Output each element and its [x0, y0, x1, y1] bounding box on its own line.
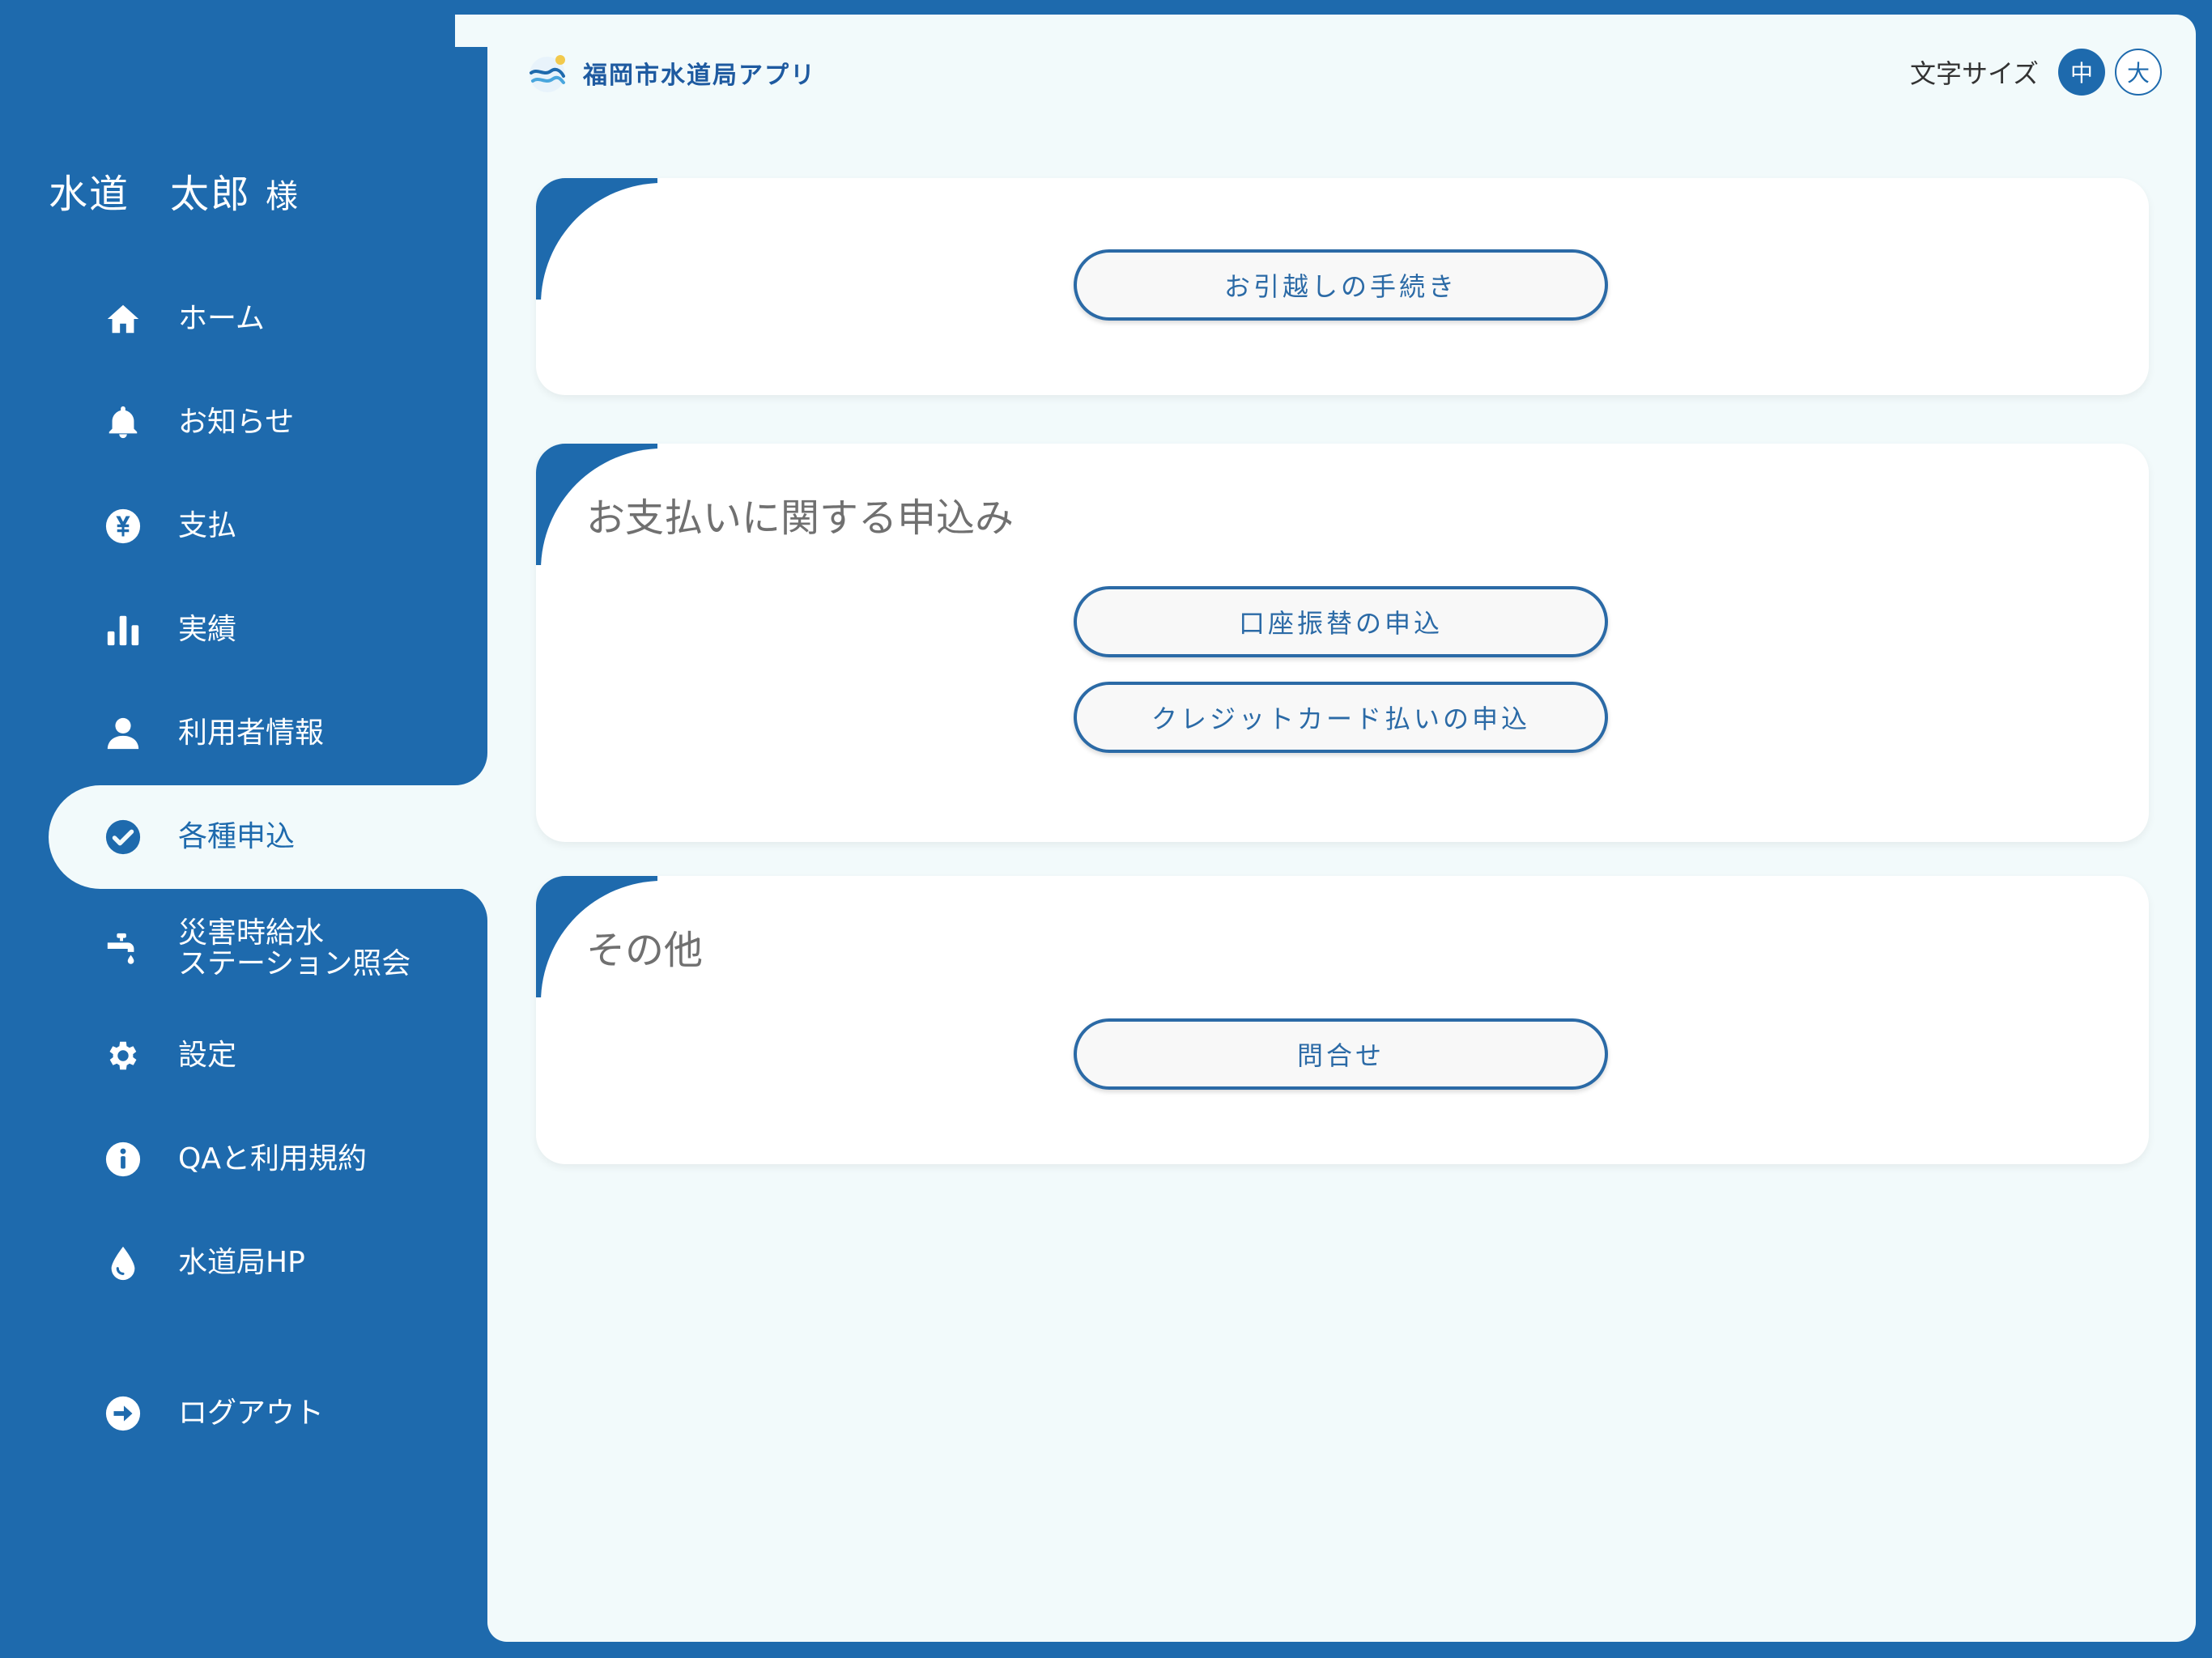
- gear-icon: [100, 1033, 146, 1078]
- other-card-title: その他: [586, 928, 704, 973]
- account-transfer-button[interactable]: 口座振替の申込: [1074, 586, 1608, 657]
- sidebar-item-label: ホーム: [178, 302, 265, 335]
- moving-card: お引越しの手続き: [536, 178, 2149, 395]
- font-size-medium-button[interactable]: 中: [2058, 49, 2105, 96]
- sidebar-item-applications[interactable]: 各種申込: [49, 785, 487, 889]
- home-icon: [100, 296, 146, 342]
- moving-procedure-button[interactable]: お引越しの手続き: [1074, 249, 1608, 321]
- sidebar-item-results[interactable]: 実績: [49, 578, 487, 682]
- other-card: その他 問合せ: [536, 876, 2149, 1164]
- sidebar-item-qa-terms[interactable]: QAと利用規約: [49, 1107, 487, 1211]
- yen-icon: [100, 504, 146, 549]
- sidebar-item-label: 実績: [178, 613, 237, 646]
- sidebar-item-label: 利用者情報: [178, 716, 325, 750]
- font-size-label: 文字サイズ: [1909, 58, 2039, 89]
- font-size-control: 文字サイズ 中 大: [1910, 49, 2162, 96]
- sidebar-item-water-station[interactable]: 災害時給水 ステーション照会: [49, 897, 487, 1001]
- sidebar-item-label: お知らせ: [178, 406, 295, 439]
- credit-card-button[interactable]: クレジットカード払いの申込: [1074, 682, 1608, 753]
- sidebar-item-label: 災害時給水 ステーション照会: [178, 916, 411, 980]
- sidebar-item-user-info[interactable]: 利用者情報: [49, 682, 487, 785]
- payment-card: お支払いに関する申込み 口座振替の申込 クレジットカード払いの申込: [536, 444, 2149, 842]
- sidebar-item-label: 各種申込: [178, 820, 296, 853]
- app-logo[interactable]: 福岡市水道局アプリ: [523, 49, 816, 97]
- user-name-text: 水道 太郎: [49, 172, 252, 217]
- user-name: 水道 太郎様: [49, 162, 300, 219]
- card-corner-decoration: [536, 178, 784, 395]
- sidebar-item-settings[interactable]: 設定: [49, 1004, 487, 1107]
- user-honorific: 様: [266, 178, 300, 215]
- info-icon: [100, 1137, 146, 1182]
- bar-chart-icon: [100, 607, 146, 653]
- sidebar-item-label: QAと利用規約: [178, 1142, 367, 1175]
- sidebar-item-payment[interactable]: 支払: [49, 474, 487, 578]
- sidebar-item-news[interactable]: お知らせ: [49, 371, 487, 474]
- app-title: 福岡市水道局アプリ: [583, 62, 816, 90]
- font-size-large-button[interactable]: 大: [2115, 49, 2162, 96]
- check-circle-icon: [100, 814, 146, 860]
- bell-icon: [100, 400, 146, 445]
- sidebar-item-label: ログアウト: [178, 1397, 325, 1430]
- logo-icon: [530, 55, 565, 92]
- main-panel: 福岡市水道局アプリ 文字サイズ 中 大 お引越しの手続き お支払いに関する申込み…: [455, 15, 2196, 1642]
- payment-card-title: お支払いに関する申込み: [586, 495, 1015, 541]
- sidebar-item-label: 設定: [178, 1039, 237, 1072]
- water-drop-icon: [100, 1240, 146, 1286]
- sidebar-item-label: 水道局HP: [178, 1246, 305, 1279]
- sidebar-item-bureau-hp[interactable]: 水道局HP: [49, 1211, 487, 1315]
- faucet-icon: [100, 926, 146, 971]
- sidebar-item-home[interactable]: ホーム: [49, 267, 487, 371]
- sidebar-item-logout[interactable]: ログアウト: [49, 1362, 487, 1465]
- sidebar-item-label: 支払: [178, 509, 237, 542]
- logout-icon: [100, 1391, 146, 1436]
- user-icon: [100, 711, 146, 756]
- sidebar: 水道 太郎様 ホーム お知らせ 支払 実績 利用者情報 各種申込 災害時給水 ス…: [0, 0, 487, 1658]
- inquiry-button[interactable]: 問合せ: [1074, 1018, 1608, 1090]
